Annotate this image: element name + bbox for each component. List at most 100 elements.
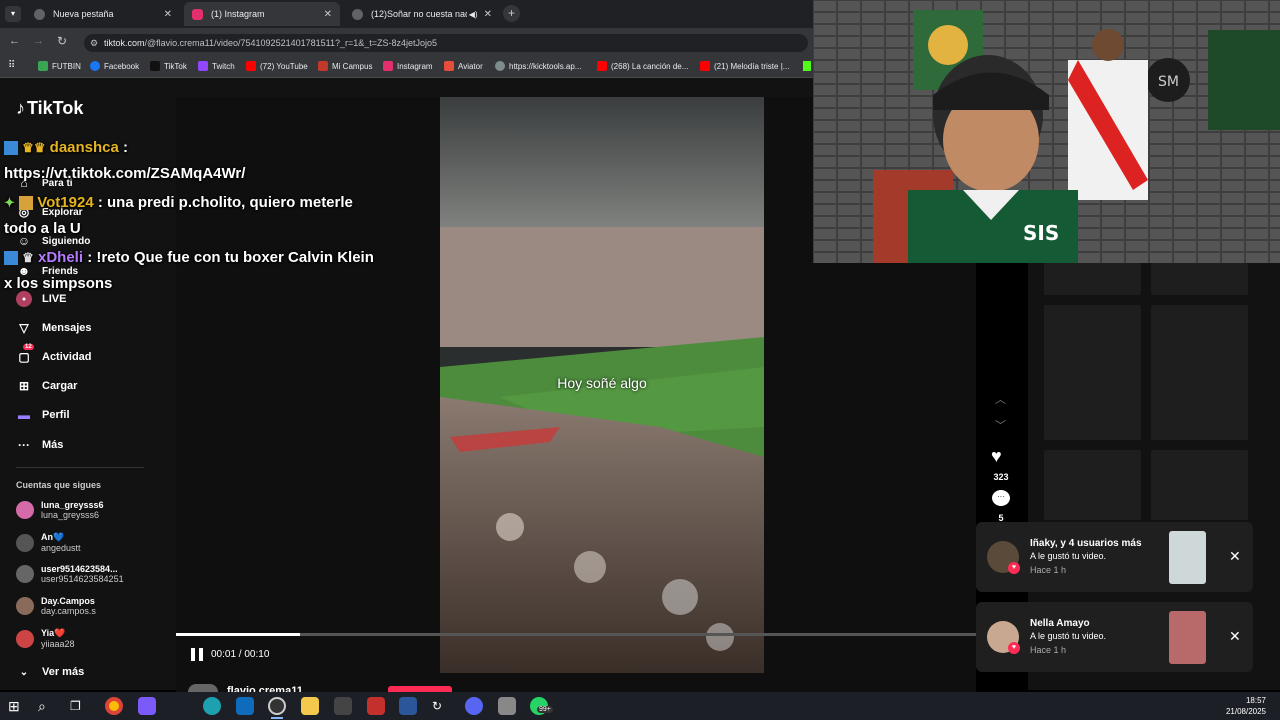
app-icon[interactable]: ↻ xyxy=(432,697,450,715)
bookmark-melodia[interactable]: (21) Melodía triste |... xyxy=(700,61,789,71)
comment-icon[interactable]: ··· xyxy=(992,490,1010,506)
clock-time: 18:57 xyxy=(1245,696,1266,705)
url-path: /@flavio.crema11/video/75410925214017815… xyxy=(144,38,438,48)
video-thumbnail[interactable] xyxy=(1151,305,1248,440)
campus-icon xyxy=(318,61,328,71)
copilot-icon[interactable] xyxy=(138,697,156,715)
site-info-icon[interactable]: ⚙ xyxy=(90,34,98,52)
chat-text: : xyxy=(123,139,129,156)
chevron-up-icon[interactable]: ︿ xyxy=(995,391,1006,407)
tab-sonar[interactable]: (12)Soñar no cuesta nada 🫡 ◀) ✕ xyxy=(344,2,500,26)
bookmark-facebook[interactable]: Facebook xyxy=(90,61,139,71)
instagram-icon xyxy=(383,61,393,71)
chevron-down-icon[interactable]: ﹀ xyxy=(995,417,1006,433)
bookmark-aviator[interactable]: Aviator xyxy=(444,61,483,71)
kick-icon[interactable] xyxy=(803,61,811,71)
chat-message-continued: x los simpsons xyxy=(4,275,113,292)
video-thumbnail[interactable] xyxy=(1044,450,1141,520)
forward-icon[interactable]: → xyxy=(33,35,44,47)
account-handle: angedustt xyxy=(41,543,81,553)
following-account[interactable]: An💙 angedustt xyxy=(16,532,81,553)
video-thumbnail[interactable] xyxy=(1151,450,1248,520)
following-account[interactable]: user9514623584... user9514623584251 xyxy=(16,564,124,584)
chevron-down-icon: ⌄ xyxy=(19,666,29,678)
following-account[interactable]: Day.Campos day.campos.s xyxy=(16,596,96,616)
account-name: user9514623584... xyxy=(41,564,118,574)
nav-label: Más xyxy=(42,439,64,451)
video-thumbnail[interactable] xyxy=(1044,263,1141,295)
word-icon[interactable] xyxy=(399,697,417,715)
bookmark-youtube[interactable]: (72) YouTube xyxy=(246,61,308,71)
like-count: 323 xyxy=(993,472,1009,482)
following-account[interactable]: luna_greysss6 luna_greysss6 xyxy=(16,500,104,520)
tab-search-button[interactable]: ▾ xyxy=(5,6,21,22)
bookmark-instagram[interactable]: Instagram xyxy=(383,61,433,71)
close-icon[interactable]: ✕ xyxy=(1229,548,1241,565)
tab-nueva-pestana[interactable]: Nueva pestaña ✕ xyxy=(26,2,180,26)
bookmark-cancion[interactable]: (268) La canción de... xyxy=(597,61,688,71)
chrome-icon[interactable] xyxy=(105,697,123,715)
video-thumbnail[interactable] xyxy=(1151,263,1248,295)
new-tab-button[interactable]: + xyxy=(503,5,520,22)
tiktok-logo[interactable]: ♪ TikTok xyxy=(16,98,83,119)
sidebar-item-perfil[interactable]: ▬ Perfil xyxy=(16,407,70,423)
sidebar-item-live[interactable]: ● LIVE xyxy=(16,291,66,307)
notification-toast[interactable]: ♥ Nella Amayo A le gustó tu video. Hace … xyxy=(976,602,1253,672)
chat-username: xDheli xyxy=(38,249,84,266)
reload-icon[interactable]: ↻ xyxy=(57,34,67,48)
outlook-icon[interactable] xyxy=(236,697,254,715)
svg-text:SM: SM xyxy=(1158,74,1179,90)
youtube-icon xyxy=(246,61,256,71)
back-icon[interactable]: ← xyxy=(9,35,20,47)
bookmark-kicktools[interactable]: https://kicktools.ap... xyxy=(495,61,581,71)
heart-badge-icon: ♥ xyxy=(1008,642,1020,654)
sidebar-item-cargar[interactable]: ⊞ Cargar xyxy=(16,378,78,394)
nav-label: Mensajes xyxy=(42,322,92,334)
obs-icon[interactable] xyxy=(268,697,286,715)
author-name[interactable]: flavio.crema11 xyxy=(227,684,303,692)
speaker-icon[interactable]: ◀) xyxy=(469,10,478,19)
apps-icon[interactable]: ⠿ xyxy=(8,60,15,71)
windows-start-icon[interactable]: ⊞ xyxy=(8,697,26,715)
tab-instagram[interactable]: (1) Instagram ✕ xyxy=(184,2,340,26)
address-bar[interactable]: ⚙ tiktok.com/@flavio.crema11/video/75410… xyxy=(84,34,808,52)
bookmark-tiktok[interactable]: TikTok xyxy=(150,61,187,71)
bookmark-mi-campus[interactable]: Mi Campus xyxy=(318,61,372,71)
see-more-button[interactable]: ⌄ Ver más xyxy=(16,664,84,680)
close-icon[interactable]: ✕ xyxy=(164,9,172,20)
notification-toast[interactable]: ♥ Iñaky, y 4 usuarios más A le gustó tu … xyxy=(976,522,1253,592)
taskbar-clock[interactable]: 18:57 21/08/2025 xyxy=(1226,695,1266,717)
close-icon[interactable]: ✕ xyxy=(324,9,332,20)
discord-icon[interactable] xyxy=(465,697,483,715)
sidebar-item-mensajes[interactable]: ▽ Mensajes xyxy=(16,320,92,336)
tiktok-note-icon: ♪ xyxy=(16,98,25,118)
chat-text: : una predi p.cholito, quiero meterle xyxy=(97,194,353,211)
close-icon[interactable]: ✕ xyxy=(1229,628,1241,645)
bookmark-twitch[interactable]: Twitch xyxy=(198,61,235,71)
following-account[interactable]: Yia❤️ yiiaaa28 xyxy=(16,628,75,649)
task-view-icon[interactable]: ❐ xyxy=(70,697,88,715)
notification-time: Hace 1 h xyxy=(1030,565,1067,575)
url-host: tiktok.com xyxy=(104,38,145,48)
globe-icon xyxy=(495,61,505,71)
bookmark-label: Instagram xyxy=(397,61,433,71)
author-avatar[interactable] xyxy=(188,684,218,692)
bookmark-futbin[interactable]: FUTBIN xyxy=(38,61,81,71)
chat-badge-icon xyxy=(4,251,18,266)
app-icon[interactable] xyxy=(367,697,385,715)
edge-icon[interactable] xyxy=(203,697,221,715)
bookmark-label: FUTBIN xyxy=(52,61,81,71)
app-icon[interactable] xyxy=(498,697,516,715)
sidebar-item-actividad[interactable]: ▢ 12 Actividad xyxy=(16,344,92,365)
pause-button[interactable] xyxy=(191,648,203,661)
account-name: Yia❤️ xyxy=(41,628,66,638)
close-icon[interactable]: ✕ xyxy=(484,9,492,20)
bookmark-label: (72) YouTube xyxy=(260,61,308,71)
video-thumbnail[interactable] xyxy=(1044,305,1141,440)
app-icon[interactable] xyxy=(334,697,352,715)
heart-icon[interactable]: ♥ xyxy=(991,446,1002,467)
explorer-icon[interactable] xyxy=(301,697,319,715)
chat-message-continued: https://vt.tiktok.com/ZSAMqA4Wr/ xyxy=(4,165,246,182)
sidebar-item-mas[interactable]: ··· Más xyxy=(16,437,63,453)
search-icon[interactable]: ⌕ xyxy=(38,697,56,715)
